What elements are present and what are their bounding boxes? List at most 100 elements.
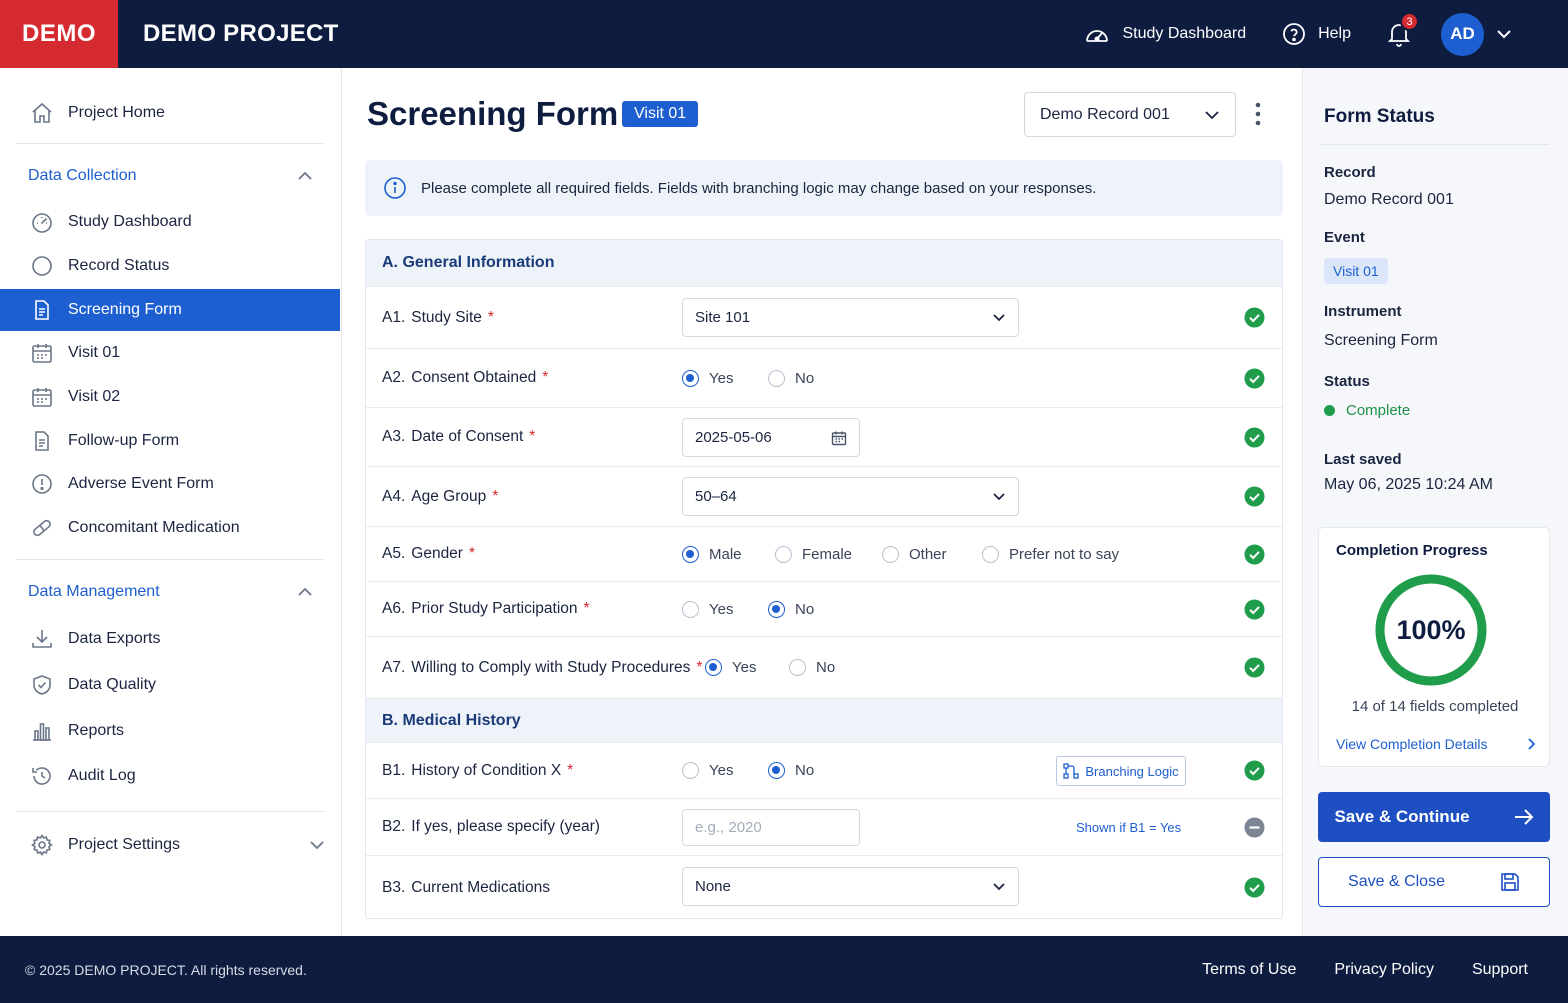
check-circle-icon [1244, 486, 1265, 507]
condition-x-yes-radio[interactable]: Yes [682, 762, 733, 779]
gender-prefer-not-radio[interactable]: Prefer not to say [982, 545, 1119, 563]
branching-logic-button[interactable]: Branching Logic [1056, 756, 1186, 786]
save-continue-label: Save & Continue [1334, 807, 1470, 826]
chevron-down-icon [309, 840, 325, 850]
instrument-value: Screening Form [1324, 332, 1438, 349]
sidebar-item-audit-log[interactable]: Audit Log [0, 755, 340, 797]
field-label: A1. Study Site * [382, 308, 494, 326]
view-completion-details-label: View Completion Details [1336, 736, 1488, 752]
sidebar-item-record-status[interactable]: Record Status [0, 245, 340, 287]
consent-no-radio[interactable]: No [768, 369, 814, 387]
check-circle-icon [1244, 760, 1265, 781]
main-content: Screening Form Visit 01 Demo Record 001 … [343, 68, 1302, 936]
help-icon [1282, 22, 1306, 46]
current-medications-select[interactable]: None [682, 867, 1019, 906]
study-site-select[interactable]: Site 101 [682, 298, 1019, 337]
section-a-header: A. General Information [366, 240, 1282, 286]
sidebar-item-project-settings[interactable]: Project Settings [0, 824, 325, 866]
check-circle-icon [1244, 427, 1265, 448]
sidebar-section-data-collection[interactable]: Data Collection [28, 167, 313, 185]
sidebar-item-study-dashboard[interactable]: Study Dashboard [0, 201, 340, 243]
form-status-panel: Form Status Record Demo Record 001 Event… [1302, 68, 1568, 936]
check-circle-icon [1244, 307, 1265, 328]
sidebar-item-follow-up-form[interactable]: Follow-up Form [0, 420, 340, 462]
status-dot-icon [1324, 405, 1335, 416]
save-close-label: Save & Close [1348, 873, 1445, 890]
check-circle-icon [1244, 657, 1265, 678]
sidebar-item-visit-02[interactable]: Visit 02 [0, 376, 340, 418]
header-study-dashboard-link[interactable]: Study Dashboard [1084, 22, 1246, 46]
field-row-a3: A3. Date of Consent * 2025-05-06 [366, 407, 1282, 466]
floppy-disk-icon [1500, 872, 1520, 892]
sidebar-item-reports[interactable]: Reports [0, 710, 340, 752]
header-help-link[interactable]: Help [1282, 22, 1351, 46]
gender-other-radio[interactable]: Other [882, 545, 947, 563]
record-value: Demo Record 001 [1324, 191, 1454, 208]
field-label: B2. If yes, please specify (year) [382, 818, 600, 835]
condition-x-no-radio[interactable]: No [768, 762, 814, 779]
consent-date-value: 2025-05-06 [695, 429, 772, 446]
privacy-policy-link[interactable]: Privacy Policy [1334, 961, 1434, 979]
sidebar-item-screening-form[interactable]: Screening Form [0, 289, 340, 331]
chevron-down-icon [992, 882, 1006, 891]
current-medications-value: None [695, 878, 731, 895]
chevron-right-icon [1527, 737, 1536, 751]
field-label: A2. Consent Obtained * [382, 369, 549, 386]
age-group-select[interactable]: 50–64 [682, 477, 1019, 516]
view-completion-details-link[interactable]: View Completion Details [1336, 736, 1536, 752]
sidebar-divider [16, 811, 324, 812]
field-label: B3. Current Medications [382, 878, 550, 896]
sidebar-item-label: Reports [68, 722, 125, 739]
header-study-dashboard-label: Study Dashboard [1122, 25, 1247, 42]
sidebar-item-label: Study Dashboard [68, 213, 192, 230]
status-value: Complete [1346, 402, 1411, 419]
logo[interactable]: DEMO [0, 0, 118, 68]
sidebar-item-concomitant-medication[interactable]: Concomitant Medication [0, 507, 340, 549]
terms-of-use-link[interactable]: Terms of Use [1202, 961, 1296, 979]
gender-male-radio[interactable]: Male [682, 545, 742, 563]
event-label: Event [1324, 229, 1365, 246]
condition-year-placeholder: e.g., 2020 [695, 819, 762, 836]
prior-participation-no-radio[interactable]: No [768, 600, 814, 618]
field-row-b1: B1. History of Condition X * Yes No Branch… [366, 742, 1282, 798]
sidebar-divider [16, 143, 324, 144]
save-continue-button[interactable]: Save & Continue [1318, 792, 1550, 842]
chevron-down-icon[interactable] [1496, 29, 1512, 39]
sidebar-item-visit-01[interactable]: Visit 01 [0, 332, 340, 374]
top-header: DEMO DEMO PROJECT Study Dashboard Help 3… [0, 0, 1568, 68]
sidebar-item-project-home[interactable]: Project Home [0, 92, 340, 134]
record-select[interactable]: Demo Record 001 [1024, 92, 1236, 137]
chevron-up-icon [297, 171, 313, 181]
notifications-button[interactable]: 3 [1387, 12, 1419, 47]
field-label: A6. Prior Study Participation * [382, 600, 590, 617]
bar-chart-icon [30, 719, 54, 743]
sidebar-item-adverse-event-form[interactable]: Adverse Event Form [0, 463, 340, 505]
calendar-icon[interactable] [831, 430, 847, 446]
home-icon [30, 101, 54, 125]
sidebar-item-label: Data Quality [68, 676, 157, 693]
more-options-icon[interactable] [1255, 102, 1261, 126]
field-label: A7. Willing to Comply with Study Procedur… [382, 658, 703, 676]
circle-status-icon [30, 254, 54, 278]
form-status-title: Form Status [1324, 106, 1435, 127]
consent-date-input[interactable]: 2025-05-06 [682, 418, 860, 457]
consent-yes-radio[interactable]: Yes [682, 369, 733, 387]
comply-no-radio[interactable]: No [789, 659, 835, 676]
sidebar-item-data-exports[interactable]: Data Exports [0, 618, 340, 660]
visit-tag: Visit 01 [622, 101, 699, 127]
prior-participation-yes-radio[interactable]: Yes [682, 600, 733, 618]
sidebar-section-data-management[interactable]: Data Management [28, 583, 313, 601]
sidebar: Project Home Data Collection Study Dashb… [0, 68, 342, 936]
instrument-label: Instrument [1324, 303, 1402, 320]
user-avatar[interactable]: AD [1441, 12, 1484, 56]
field-label: B1. History of Condition X * [382, 761, 574, 779]
sidebar-item-label: Visit 01 [68, 344, 121, 361]
sidebar-item-data-quality[interactable]: Data Quality [0, 664, 340, 706]
gender-female-radio[interactable]: Female [775, 545, 852, 563]
condition-year-input[interactable]: e.g., 2020 [682, 809, 860, 846]
calendar-icon [30, 341, 54, 365]
support-link[interactable]: Support [1472, 961, 1528, 979]
comply-yes-radio[interactable]: Yes [705, 659, 756, 676]
save-close-button[interactable]: Save & Close [1318, 857, 1550, 907]
record-select-value: Demo Record 001 [1040, 105, 1170, 123]
